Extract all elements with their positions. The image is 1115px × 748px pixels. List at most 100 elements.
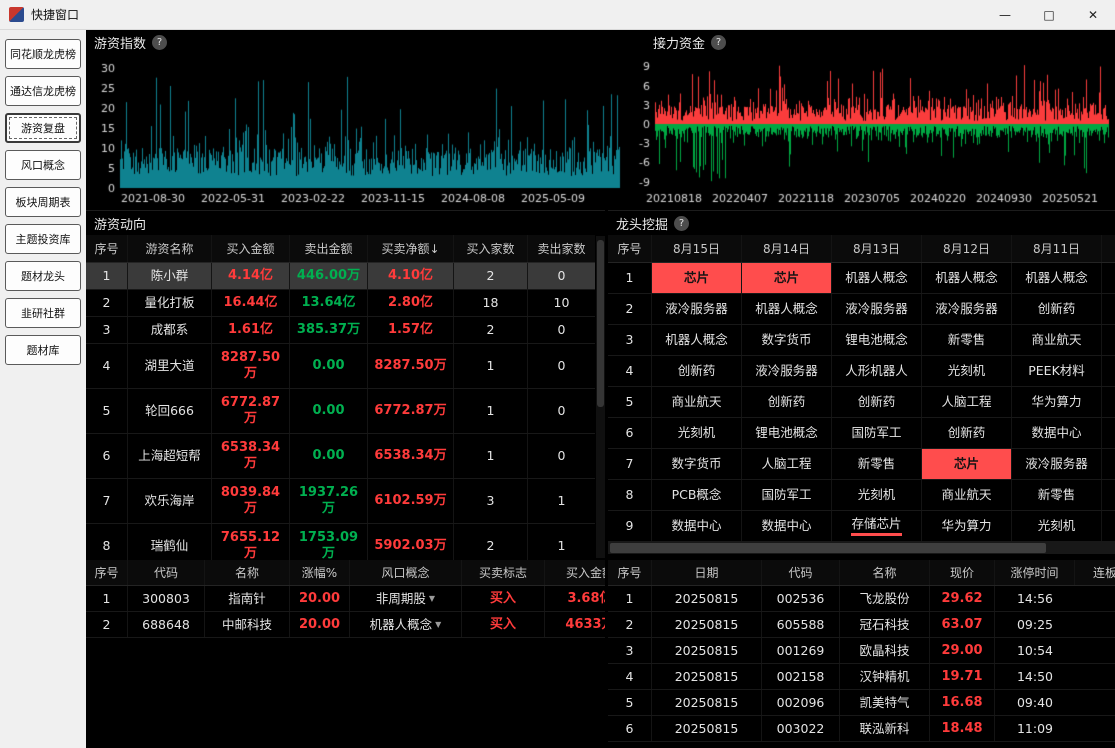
table-row[interactable]: 2量化打板16.44亿13.64亿2.80亿1810	[86, 290, 595, 317]
scrollbar-thumb[interactable]	[610, 543, 1046, 553]
col-header-seq[interactable]: 序号	[86, 560, 128, 585]
table-row[interactable]: 9数据中心数据中心存储芯片华为算力光刻机新零售	[608, 511, 1115, 542]
cell-price: 16.68	[930, 690, 995, 715]
sidebar-item-jiuyan-shequn[interactable]: 韭研社群	[5, 298, 81, 328]
sidebar-item-fengkou-gainian[interactable]: 风口概念	[5, 150, 81, 180]
cell-day-0811: 液冷服务器	[1012, 449, 1102, 479]
table-row[interactable]: 6上海超短帮6538.34万0.006538.34万10	[86, 434, 595, 479]
scrollbar-thumb[interactable]	[597, 240, 604, 407]
col-header-name[interactable]: 名称	[205, 560, 290, 585]
cell-day-0812: 新零售	[922, 325, 1012, 355]
panel-hotmoney-moves: 游资动向 序号游资名称买入金额卖出金额买卖净额↓买入家数卖出家数1陈小群4.14…	[86, 210, 605, 560]
col-header-date[interactable]: 日期	[652, 560, 762, 585]
col-header-seq[interactable]: 序号	[86, 235, 128, 262]
table-row[interactable]: 120250815002536飞龙股份29.6214:56	[608, 586, 1115, 612]
cell-day-0813: 锂电池概念	[832, 325, 922, 355]
col-header-sell-count[interactable]: 卖出家数	[528, 235, 595, 262]
table-row[interactable]: 2液冷服务器机器人概念液冷服务器液冷服务器创新药光伏	[608, 294, 1115, 325]
table-header-row: 序号8月15日8月14日8月13日8月12日8月11日8月8日	[608, 235, 1115, 263]
col-header-price[interactable]: 现价	[930, 560, 995, 585]
col-header-net-amount[interactable]: 买卖净额↓	[368, 235, 454, 262]
cell-sell-amount: 385.37万	[290, 317, 368, 343]
cell-limit-time: 14:50	[995, 664, 1075, 689]
help-icon[interactable]: ?	[674, 216, 689, 231]
cell-name: 凯美特气	[840, 690, 930, 715]
col-header-day-0815[interactable]: 8月15日	[652, 235, 742, 262]
table-row[interactable]: 1芯片芯片机器人概念机器人概念机器人概念机器人概念	[608, 263, 1115, 294]
panel-buy-list: 序号代码名称涨幅%风口概念买卖标志买入金额1300803指南针20.00非周期股…	[86, 560, 605, 748]
table-row[interactable]: 220250815605588冠石科技63.0709:25	[608, 612, 1115, 638]
dropdown-arrow-icon[interactable]: ▼	[429, 591, 435, 607]
cell-day-0808: 人形机器人	[1102, 387, 1115, 417]
cell-concept[interactable]: 非周期股▼	[350, 586, 462, 611]
table-row[interactable]: 4创新药液冷服务器人形机器人光刻机PEEK材料雅江概念	[608, 356, 1115, 387]
sidebar-item-ths-longhubang[interactable]: 同花顺龙虎榜	[5, 39, 81, 69]
col-header-code[interactable]: 代码	[128, 560, 205, 585]
table-row[interactable]: 8瑞鹤仙7655.12万1753.09万5902.03万21	[86, 524, 595, 560]
col-header-sell-amount[interactable]: 卖出金额	[290, 235, 368, 262]
col-header-amount[interactable]: 买入金额	[545, 560, 605, 585]
col-header-buy-count[interactable]: 买入家数	[454, 235, 528, 262]
cell-day-0811: 数据中心	[1012, 418, 1102, 448]
table-row[interactable]: 7数字货币人脑工程新零售芯片液冷服务器数据中心	[608, 449, 1115, 480]
col-header-day-0808[interactable]: 8月8日	[1102, 235, 1115, 262]
col-header-seq[interactable]: 序号	[608, 560, 652, 585]
vertical-scrollbar[interactable]	[596, 236, 605, 558]
col-header-flag[interactable]: 买卖标志	[462, 560, 545, 585]
cell-day-0813: 液冷服务器	[832, 294, 922, 324]
minimize-button[interactable]: —	[983, 0, 1027, 29]
table-row[interactable]: 8PCB概念国防军工光刻机商业航天新零售液冷服务器	[608, 480, 1115, 511]
col-header-limit-time[interactable]: 涨停时间	[995, 560, 1075, 585]
panel-title: 游资指数	[94, 33, 146, 52]
table-row[interactable]: 5轮回6666772.87万0.006772.87万10	[86, 389, 595, 434]
col-header-day-0812[interactable]: 8月12日	[922, 235, 1012, 262]
cell-name: 联泓新科	[840, 716, 930, 741]
table-row[interactable]: 3成都系1.61亿385.37万1.57亿20	[86, 317, 595, 344]
table-row[interactable]: 420250815002158汉钟精机19.7114:50	[608, 664, 1115, 690]
sidebar-item-bankuai-zhouqibiao[interactable]: 板块周期表	[5, 187, 81, 217]
sidebar-item-ticai-ku[interactable]: 题材库	[5, 335, 81, 365]
sidebar-item-tdx-longhubang[interactable]: 通达信龙虎榜	[5, 76, 81, 106]
table-row[interactable]: 6光刻机锂电池概念国防军工创新药数据中心国防军工	[608, 418, 1115, 449]
sidebar-item-youzi-fupan[interactable]: 游资复盘	[5, 113, 81, 143]
cell-day-0814: 数字货币	[742, 325, 832, 355]
col-header-name[interactable]: 游资名称	[128, 235, 212, 262]
dropdown-arrow-icon[interactable]: ▼	[435, 617, 441, 633]
help-icon[interactable]: ?	[711, 35, 726, 50]
col-header-boards[interactable]: 连板	[1075, 560, 1115, 585]
table-row[interactable]: 620250815003022联泓新科18.4811:09	[608, 716, 1115, 742]
table-row[interactable]: 520250815002096凯美特气16.6809:40	[608, 690, 1115, 716]
table-row[interactable]: 1300803指南针20.00非周期股▼买入3.68亿	[86, 586, 605, 612]
col-header-day-0813[interactable]: 8月13日	[832, 235, 922, 262]
table-row[interactable]: 3机器人概念数字货币锂电池概念新零售商业航天创新药	[608, 325, 1115, 356]
panel-header: 游资指数 ?	[86, 30, 625, 54]
cell-seq: 5	[608, 690, 652, 715]
col-header-buy-amount[interactable]: 买入金额	[212, 235, 290, 262]
col-header-concept[interactable]: 风口概念	[350, 560, 462, 585]
cell-concept[interactable]: 机器人概念▼	[350, 612, 462, 637]
horizontal-scrollbar[interactable]	[608, 542, 1115, 554]
cell-day-0813: 创新药	[832, 387, 922, 417]
cell-buy-count: 3	[454, 479, 528, 523]
table-row[interactable]: 5商业航天创新药创新药人脑工程华为算力人形机器人	[608, 387, 1115, 418]
table-row[interactable]: 2688648中邮科技20.00机器人概念▼买入4633万	[86, 612, 605, 638]
cell-sell-count: 0	[528, 317, 595, 343]
cell-seq: 3	[86, 317, 128, 343]
cell-buy-count: 1	[454, 434, 528, 478]
col-header-name[interactable]: 名称	[840, 560, 930, 585]
col-header-code[interactable]: 代码	[762, 560, 840, 585]
cell-seq: 2	[86, 290, 128, 316]
table-row[interactable]: 1陈小群4.14亿446.00万4.10亿20	[86, 263, 595, 290]
sidebar-item-ticai-longtou[interactable]: 题材龙头	[5, 261, 81, 291]
col-header-day-0811[interactable]: 8月11日	[1012, 235, 1102, 262]
sidebar-item-zhuti-touziku[interactable]: 主题投资库	[5, 224, 81, 254]
maximize-button[interactable]: □	[1027, 0, 1071, 29]
help-icon[interactable]: ?	[152, 35, 167, 50]
col-header-seq[interactable]: 序号	[608, 235, 652, 262]
table-row[interactable]: 320250815001269欧晶科技29.0010:54	[608, 638, 1115, 664]
col-header-pct[interactable]: 涨幅%	[290, 560, 350, 585]
table-row[interactable]: 7欢乐海岸8039.84万1937.26万6102.59万31	[86, 479, 595, 524]
col-header-day-0814[interactable]: 8月14日	[742, 235, 832, 262]
close-button[interactable]: ✕	[1071, 0, 1115, 29]
table-row[interactable]: 4湖里大道8287.50万0.008287.50万10	[86, 344, 595, 389]
